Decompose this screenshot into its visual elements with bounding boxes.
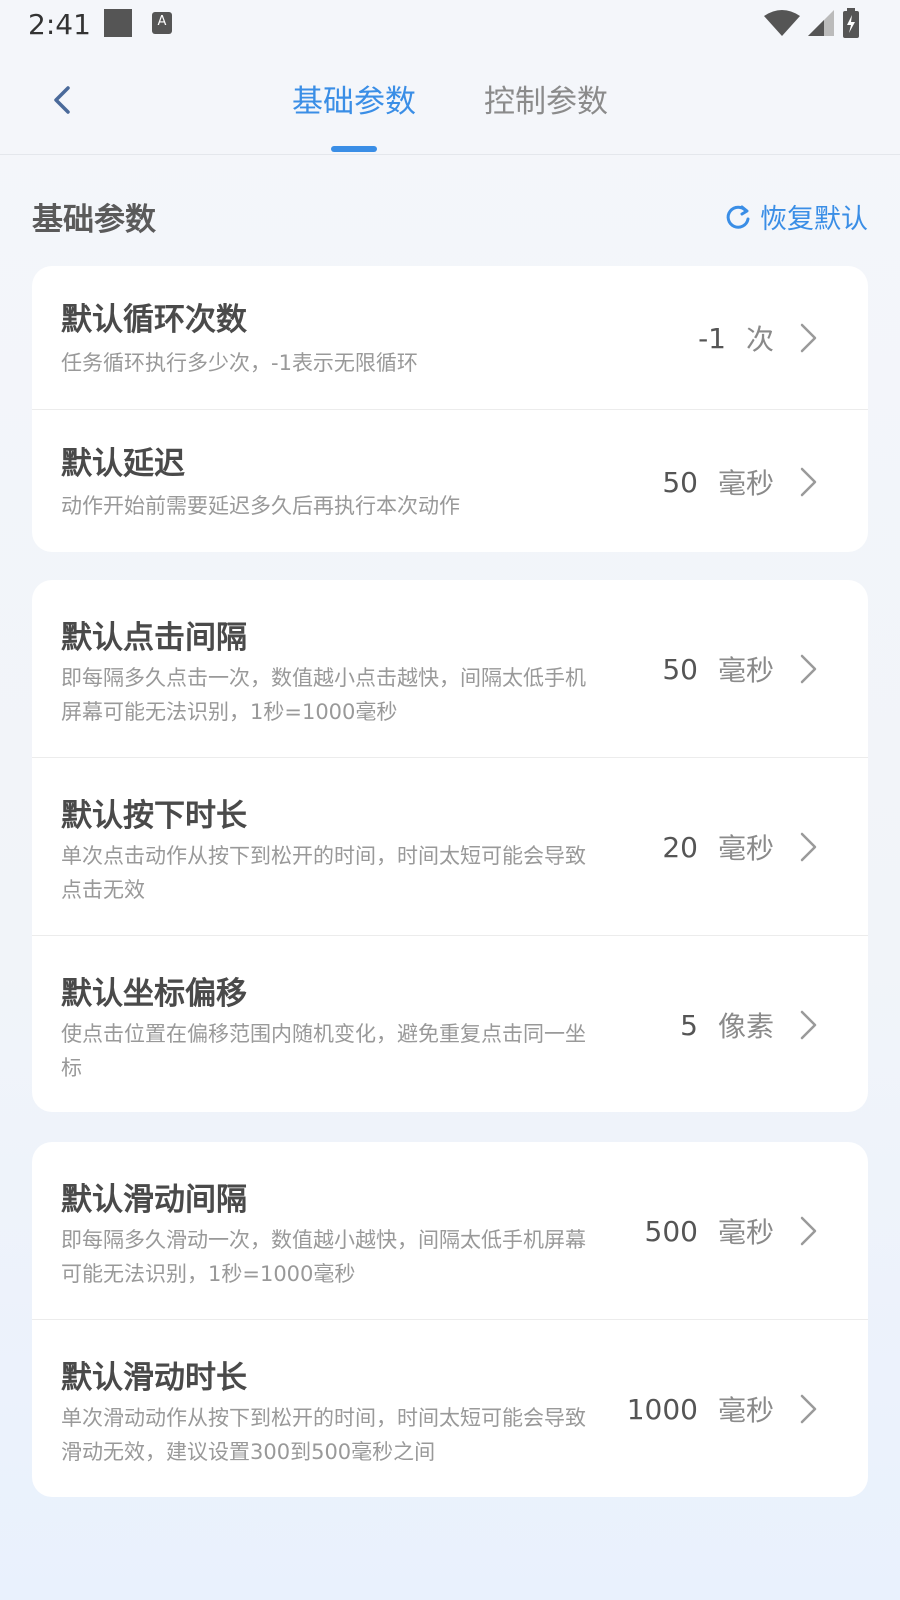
chevron-right-icon	[800, 1216, 817, 1246]
restore-default-label: 恢复默认	[760, 204, 868, 235]
setting-title: 默认按下时长	[61, 798, 247, 834]
setting-row-swipe-interval[interactable]: 默认滑动间隔 即每隔多久滑动一次，数值越小越快，间隔太低手机屏幕可能无法识别，1…	[32, 1142, 868, 1320]
section-title: 基础参数	[32, 202, 156, 238]
setting-value-unit: 毫秒	[717, 467, 774, 500]
top-bar: 基础参数 控制参数	[0, 50, 900, 155]
tab-control-params[interactable]: 控制参数	[484, 76, 608, 121]
setting-row-swipe-duration[interactable]: 默认滑动时长 单次滑动动作从按下到松开的时间，时间太短可能会导致滑动无效，建议设…	[32, 1320, 868, 1497]
setting-description: 单次点击动作从按下到松开的时间，时间太短可能会导致点击无效	[61, 844, 586, 902]
setting-description: 即每隔多久滑动一次，数值越小越快，间隔太低手机屏幕可能无法识别，1秒=1000毫…	[61, 1228, 586, 1286]
setting-title: 默认点击间隔	[61, 620, 247, 656]
setting-description: 使点击位置在偏移范围内随机变化，避免重复点击同一坐标	[61, 1022, 586, 1080]
setting-value-number: -1	[698, 321, 726, 355]
setting-value: 20 毫秒	[662, 827, 820, 867]
chevron-right-icon	[800, 1010, 817, 1040]
setting-value-number: 50	[662, 652, 698, 686]
setting-value-number: 1000	[626, 1392, 698, 1426]
setting-value-number: 5	[680, 1008, 698, 1042]
setting-row-coordinate-offset[interactable]: 默认坐标偏移 使点击位置在偏移范围内随机变化，避免重复点击同一坐标 5 像素	[32, 936, 868, 1112]
status-time: 2:41	[28, 8, 91, 41]
back-button[interactable]	[44, 80, 84, 120]
setting-row-press-duration[interactable]: 默认按下时长 单次点击动作从按下到松开的时间，时间太短可能会导致点击无效 20 …	[32, 758, 868, 936]
setting-description: 动作开始前需要延迟多久后再执行本次动作	[61, 494, 460, 518]
setting-value-number: 20	[662, 830, 698, 864]
setting-value-number: 50	[662, 465, 698, 499]
refresh-icon	[726, 205, 750, 229]
chevron-right-icon	[800, 654, 817, 684]
setting-value-unit: 毫秒	[717, 832, 774, 865]
chevron-right-icon	[800, 1394, 817, 1424]
setting-value: 5 像素	[680, 1005, 820, 1045]
setting-description: 任务循环执行多少次，-1表示无限循环	[61, 351, 418, 375]
setting-title: 默认滑动间隔	[61, 1182, 247, 1218]
settings-card-3: 默认滑动间隔 即每隔多久滑动一次，数值越小越快，间隔太低手机屏幕可能无法识别，1…	[32, 1142, 868, 1497]
chevron-right-icon	[800, 832, 817, 862]
chevron-right-icon	[800, 467, 817, 497]
setting-value: 500 毫秒	[645, 1211, 820, 1251]
setting-value-unit: 毫秒	[717, 1216, 774, 1249]
status-icons	[764, 6, 860, 40]
setting-value-unit: 像素	[717, 1010, 774, 1043]
tab-basic-params[interactable]: 基础参数	[292, 76, 416, 121]
setting-row-click-interval[interactable]: 默认点击间隔 即每隔多久点击一次，数值越小点击越快，间隔太低手机屏幕可能无法识别…	[32, 580, 868, 758]
chevron-right-icon	[800, 323, 817, 353]
setting-title: 默认延迟	[61, 446, 185, 482]
active-tab-indicator	[331, 146, 377, 152]
battery-icon	[843, 8, 859, 38]
setting-description: 单次滑动动作从按下到松开的时间，时间太短可能会导致滑动无效，建议设置300到50…	[61, 1406, 586, 1464]
setting-title: 默认滑动时长	[61, 1360, 247, 1396]
setting-value: 50 毫秒	[662, 649, 820, 689]
wifi-icon	[764, 10, 800, 36]
setting-description: 即每隔多久点击一次，数值越小点击越快，间隔太低手机屏幕可能无法识别，1秒=100…	[61, 666, 586, 724]
setting-value-unit: 次	[745, 323, 774, 356]
keyboard-badge-icon: A	[152, 12, 172, 34]
setting-value-number: 500	[644, 1214, 698, 1248]
setting-title: 默认坐标偏移	[61, 976, 247, 1012]
setting-value: -1 次	[698, 318, 820, 358]
setting-value: 50 毫秒	[662, 462, 820, 502]
signal-icon	[808, 10, 834, 36]
settings-card-2: 默认点击间隔 即每隔多久点击一次，数值越小点击越快，间隔太低手机屏幕可能无法识别…	[32, 580, 868, 1112]
setting-value: 1000 毫秒	[627, 1389, 820, 1429]
setting-title: 默认循环次数	[61, 302, 247, 338]
restore-default-button[interactable]: 恢复默认	[724, 197, 868, 236]
notification-icon	[104, 9, 132, 37]
setting-value-unit: 毫秒	[717, 654, 774, 687]
chevron-left-icon	[54, 86, 70, 114]
setting-value-unit: 毫秒	[717, 1394, 774, 1427]
setting-row-delay[interactable]: 默认延迟 动作开始前需要延迟多久后再执行本次动作 50 毫秒	[32, 410, 868, 552]
setting-row-loop-count[interactable]: 默认循环次数 任务循环执行多少次，-1表示无限循环 -1 次	[32, 266, 868, 410]
settings-card-1: 默认循环次数 任务循环执行多少次，-1表示无限循环 -1 次 默认延迟 动作开始…	[32, 266, 868, 552]
status-bar: 2:41 A	[0, 0, 900, 50]
